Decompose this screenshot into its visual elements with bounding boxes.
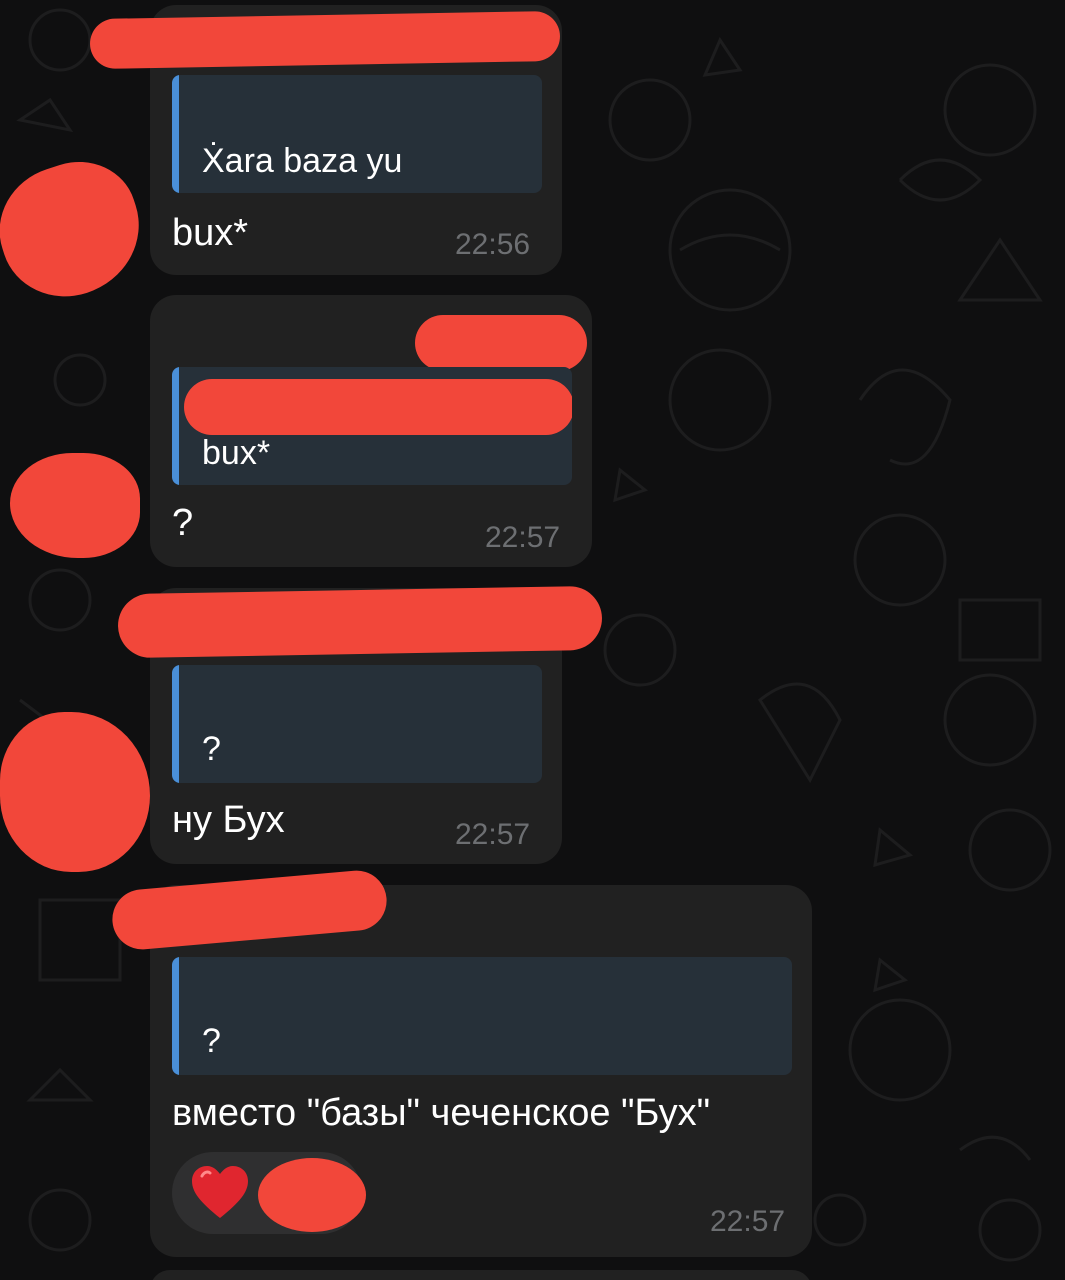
quote-accent-bar <box>172 75 179 193</box>
chat-view: Ẋara baza yu bux* 22:56 bux* ? 22:57 ? н… <box>0 0 1065 1280</box>
redacted-sender-name <box>415 315 587 371</box>
quote-text: ? <box>202 1022 221 1060</box>
redacted-avatar <box>0 712 150 872</box>
redacted-quote-author <box>184 379 572 435</box>
quote-accent-bar <box>172 957 179 1075</box>
message-bubble[interactable]: ? вместо "базы" чеченское "Бух" 22:57 <box>109 868 812 1257</box>
quote-text: bux* <box>202 434 271 472</box>
quote-text: ? <box>202 730 221 768</box>
reply-quote[interactable]: ? <box>172 957 792 1075</box>
reply-quote[interactable]: bux* <box>172 367 572 485</box>
quote-accent-bar <box>172 367 179 485</box>
message-bubble[interactable]: Ẋara baza yu bux* 22:56 <box>89 5 562 275</box>
message-time: 22:56 <box>455 228 531 261</box>
heart-icon <box>192 1166 248 1218</box>
quote-accent-bar <box>172 665 179 783</box>
message-bubble[interactable]: bux* ? 22:57 <box>150 295 592 567</box>
reaction-chip[interactable] <box>172 1152 366 1234</box>
quote-text: Ẋara baza yu <box>202 142 403 180</box>
message-time: 22:57 <box>455 818 531 851</box>
message-bubble[interactable]: ? ну Бух 22:57 <box>117 585 603 864</box>
redacted-reactor-avatar <box>258 1158 366 1232</box>
redacted-sender-name <box>89 10 561 70</box>
reply-quote[interactable]: ? <box>172 665 542 783</box>
reply-quote[interactable]: Ẋara baza yu <box>172 75 542 193</box>
redacted-sender-name <box>109 868 390 952</box>
message-time: 22:57 <box>485 521 561 554</box>
message-time: 22:57 <box>710 1205 786 1238</box>
redacted-avatar <box>10 453 140 558</box>
redacted-sender-name <box>117 585 603 659</box>
message-text: вместо "базы" чеченское "Бух" <box>172 1092 711 1134</box>
next-message-bubble-edge <box>150 1270 812 1280</box>
message-text: bux* <box>172 212 249 254</box>
redacted-avatar <box>0 146 157 314</box>
message-text: ? <box>172 502 194 544</box>
message-text: ну Бух <box>172 799 285 841</box>
